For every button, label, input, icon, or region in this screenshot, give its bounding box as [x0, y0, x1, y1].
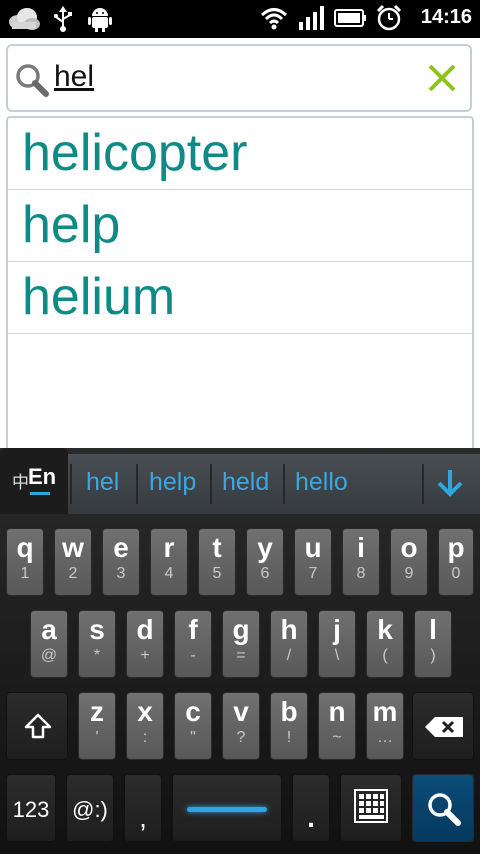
- emoticon-key[interactable]: @:): [66, 774, 114, 842]
- keyboard-switch-key[interactable]: [340, 774, 402, 842]
- key-o[interactable]: o9: [390, 528, 428, 596]
- key-a[interactable]: a @: [30, 610, 68, 678]
- numbers-key[interactable]: 123: [6, 774, 56, 842]
- search-icon: [426, 791, 462, 832]
- key-g[interactable]: g =: [222, 610, 260, 678]
- key-w[interactable]: w2: [54, 528, 92, 596]
- suggestion-list: helicopter help helium: [6, 116, 474, 476]
- shift-icon: [24, 713, 52, 746]
- lang-label-english: En: [28, 464, 57, 489]
- search-icon: [14, 62, 50, 102]
- key-q[interactable]: q1: [6, 528, 44, 596]
- keyboard-grid-icon: [354, 789, 388, 828]
- space-bar-indicator: [187, 807, 267, 812]
- candidate-divider: [422, 464, 424, 504]
- candidate-divider: [283, 464, 285, 504]
- key-m[interactable]: m…: [366, 692, 404, 760]
- search-key[interactable]: [412, 774, 474, 842]
- key-s[interactable]: s *: [78, 610, 116, 678]
- status-bar: 14:16: [0, 0, 480, 38]
- close-icon[interactable]: [428, 64, 456, 96]
- lang-label-chinese: 中: [12, 473, 29, 493]
- backspace-icon: [423, 715, 465, 744]
- shift-key[interactable]: [6, 692, 68, 760]
- candidate-word[interactable]: hel: [86, 468, 119, 497]
- key-j[interactable]: j \: [318, 610, 356, 678]
- period-key[interactable]: .: [292, 774, 330, 842]
- candidate-bar: 中 En hel help held hello: [0, 448, 480, 514]
- key-h[interactable]: h /: [270, 610, 308, 678]
- key-e[interactable]: e3: [102, 528, 140, 596]
- key-r[interactable]: r4: [150, 528, 188, 596]
- key-u[interactable]: u7: [294, 528, 332, 596]
- suggestion-item[interactable]: helicopter: [8, 118, 472, 190]
- search-query[interactable]: hel: [54, 60, 94, 94]
- space-key[interactable]: [172, 774, 282, 842]
- key-y[interactable]: y6: [246, 528, 284, 596]
- android-icon: [88, 6, 112, 36]
- key-v[interactable]: v?: [222, 692, 260, 760]
- key-l[interactable]: l): [414, 610, 452, 678]
- suggestion-item[interactable]: helium: [8, 262, 472, 334]
- usb-icon: [52, 6, 74, 36]
- candidate-divider: [136, 464, 138, 504]
- language-switch[interactable]: 中 En: [0, 448, 68, 514]
- backspace-key[interactable]: [412, 692, 474, 760]
- key-i[interactable]: i8: [342, 528, 380, 596]
- candidate-word[interactable]: help: [149, 468, 196, 497]
- candidate-divider: [70, 464, 72, 504]
- lang-indicator: [30, 492, 50, 495]
- arrow-down-icon[interactable]: [436, 468, 464, 502]
- candidate-word[interactable]: hello: [295, 468, 348, 497]
- cloud-icon: [6, 5, 42, 37]
- key-c[interactable]: c ": [174, 692, 212, 760]
- key-n[interactable]: n ~: [318, 692, 356, 760]
- wifi-icon: [260, 6, 288, 34]
- battery-icon: [334, 6, 368, 34]
- soft-keyboard: 中 En hel help held hello q1 w2 e3 r4 t5 …: [0, 448, 480, 854]
- key-x[interactable]: x:: [126, 692, 164, 760]
- clock-time: 14:16: [420, 6, 472, 28]
- signal-icon: [298, 6, 326, 34]
- candidate-word[interactable]: held: [222, 468, 269, 497]
- key-z[interactable]: z ': [78, 692, 116, 760]
- key-k[interactable]: k(: [366, 610, 404, 678]
- candidate-divider: [210, 464, 212, 504]
- comma-key[interactable]: ,: [124, 774, 162, 842]
- key-b[interactable]: b!: [270, 692, 308, 760]
- suggestion-item[interactable]: help: [8, 190, 472, 262]
- key-d[interactable]: d +: [126, 610, 164, 678]
- key-t[interactable]: t5: [198, 528, 236, 596]
- key-f[interactable]: f-: [174, 610, 212, 678]
- search-input[interactable]: hel: [6, 44, 472, 112]
- alarm-clock-icon: [376, 4, 402, 35]
- key-p[interactable]: p0: [438, 528, 474, 596]
